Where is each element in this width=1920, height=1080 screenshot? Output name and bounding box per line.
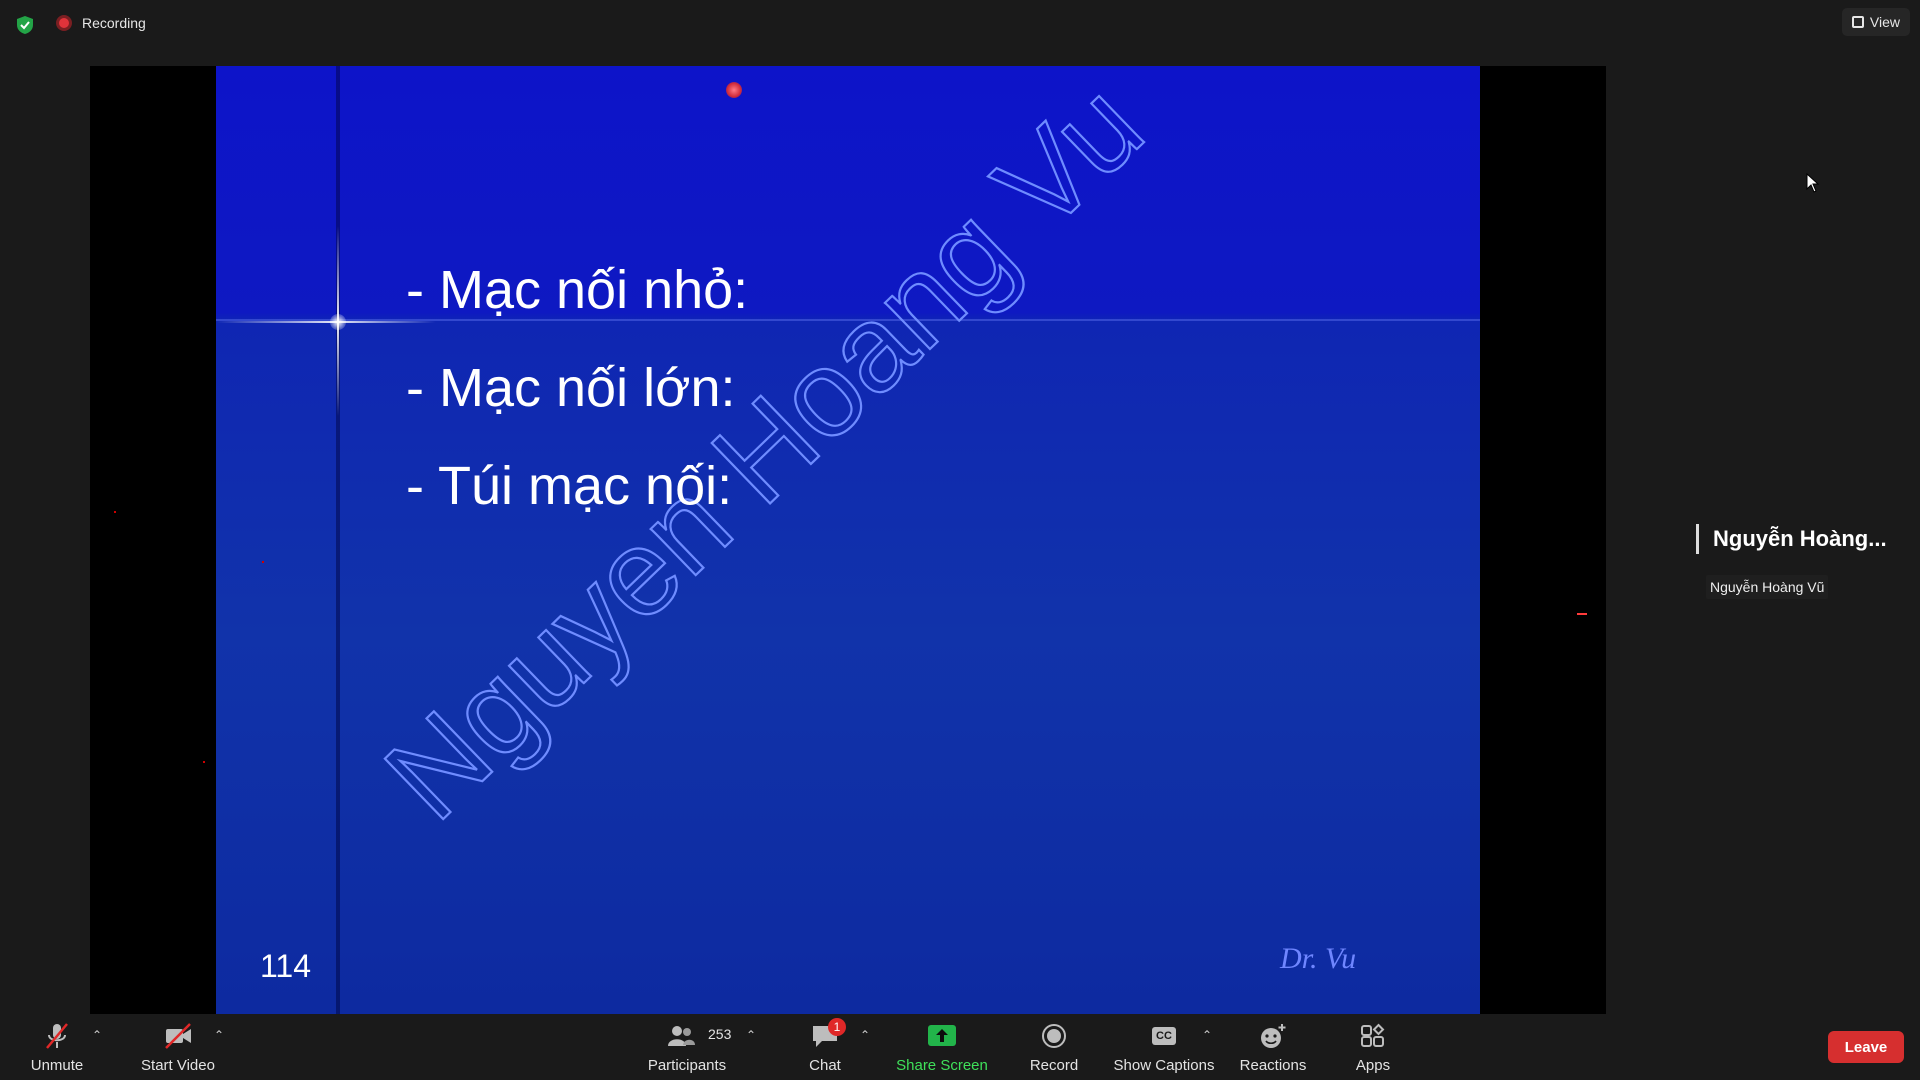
red-marker (1577, 613, 1587, 615)
screen-speck (262, 561, 264, 563)
recording-dot-icon (56, 15, 72, 31)
muted-mic-icon (46, 1023, 68, 1049)
view-layout-icon (1851, 16, 1864, 28)
slide-vertical-line (336, 66, 340, 1014)
participants-count: 253 (708, 1026, 732, 1042)
unmute-label: Unmute (30, 1057, 84, 1074)
chat-label: Chat (809, 1057, 841, 1074)
cc-icon-text: CC (1152, 1027, 1176, 1045)
participants-options-caret-icon[interactable]: ⌃ (746, 1028, 756, 1042)
recording-indicator[interactable]: Recording (56, 15, 146, 31)
security-shield-icon[interactable] (15, 15, 35, 35)
slide-bullet: - Mạc nối nhỏ: (406, 260, 749, 320)
slide-bullet: - Mạc nối lớn: (406, 358, 736, 418)
view-button[interactable]: View (1841, 8, 1910, 36)
captions-options-caret-icon[interactable]: ⌃ (1202, 1028, 1212, 1042)
laser-pointer (726, 82, 742, 98)
show-captions-button[interactable]: CC Show Captions (1111, 1014, 1217, 1080)
slide-bullet: - Túi mạc nối: (406, 456, 733, 516)
participants-button[interactable]: 253 Participants (642, 1014, 732, 1080)
meeting-top-bar: Recording View (0, 0, 1920, 50)
recording-label: Recording (82, 15, 146, 31)
mouse-cursor-icon (1806, 173, 1820, 193)
speaker-name-tag: Nguyễn Hoàng Vũ (1706, 575, 1829, 599)
meeting-toolbar: Unmute ⌃ Start Video ⌃ 253 Participants … (0, 1014, 1920, 1080)
slide-page-number: 114 (260, 948, 312, 984)
video-options-caret-icon[interactable]: ⌃ (214, 1028, 224, 1042)
record-button[interactable]: Record (1023, 1014, 1085, 1080)
show-captions-label: Show Captions (1113, 1057, 1215, 1074)
active-speaker-label: Nguyễn Hoàng... (1696, 524, 1887, 554)
apps-button[interactable]: Apps (1348, 1014, 1398, 1080)
presentation-slide: Nguyen Hoang Vu - Mạc nối nhỏ: - Mạc nối… (216, 66, 1480, 1014)
unmute-button[interactable]: Unmute (22, 1014, 92, 1080)
speaker-indicator-bar (1696, 524, 1699, 554)
share-screen-icon (928, 1025, 956, 1046)
shared-screen-area: Nguyen Hoang Vu - Mạc nối nhỏ: - Mạc nối… (90, 66, 1606, 1014)
video-off-icon (165, 1023, 191, 1049)
record-icon (1042, 1024, 1066, 1048)
lens-flare-core (330, 314, 346, 330)
record-label: Record (1029, 1057, 1079, 1074)
reactions-label: Reactions (1239, 1057, 1307, 1074)
participants-icon (668, 1026, 695, 1046)
slide-signature: Dr. Vu (1280, 942, 1357, 975)
apps-label: Apps (1355, 1057, 1391, 1074)
cc-icon: CC (1149, 1022, 1179, 1050)
chat-button[interactable]: 1 Chat (800, 1014, 850, 1080)
start-video-label: Start Video (141, 1057, 215, 1074)
leave-button[interactable]: Leave (1828, 1031, 1904, 1063)
speaker-display-name: Nguyễn Hoàng... (1713, 526, 1887, 551)
share-screen-button[interactable]: Share Screen (893, 1014, 991, 1080)
apps-icon (1361, 1023, 1385, 1047)
screen-speck (203, 761, 205, 763)
audio-options-caret-icon[interactable]: ⌃ (92, 1028, 102, 1042)
chat-options-caret-icon[interactable]: ⌃ (860, 1028, 870, 1042)
share-screen-label: Share Screen (896, 1057, 988, 1074)
participants-label: Participants (647, 1057, 727, 1074)
chat-unread-badge: 1 (828, 1018, 846, 1036)
reactions-icon (1261, 1024, 1286, 1048)
watermark: Nguyen Hoang Vu (358, 66, 1169, 846)
start-video-button[interactable]: Start Video (133, 1014, 223, 1080)
slide-bullet-list: - Mạc nối nhỏ: - Mạc nối lớn: - Túi mạc … (406, 241, 748, 535)
screen-speck (114, 511, 116, 513)
view-label: View (1869, 14, 1900, 30)
reactions-button[interactable]: Reactions (1237, 1014, 1309, 1080)
lens-flare-horizontal (216, 321, 436, 323)
